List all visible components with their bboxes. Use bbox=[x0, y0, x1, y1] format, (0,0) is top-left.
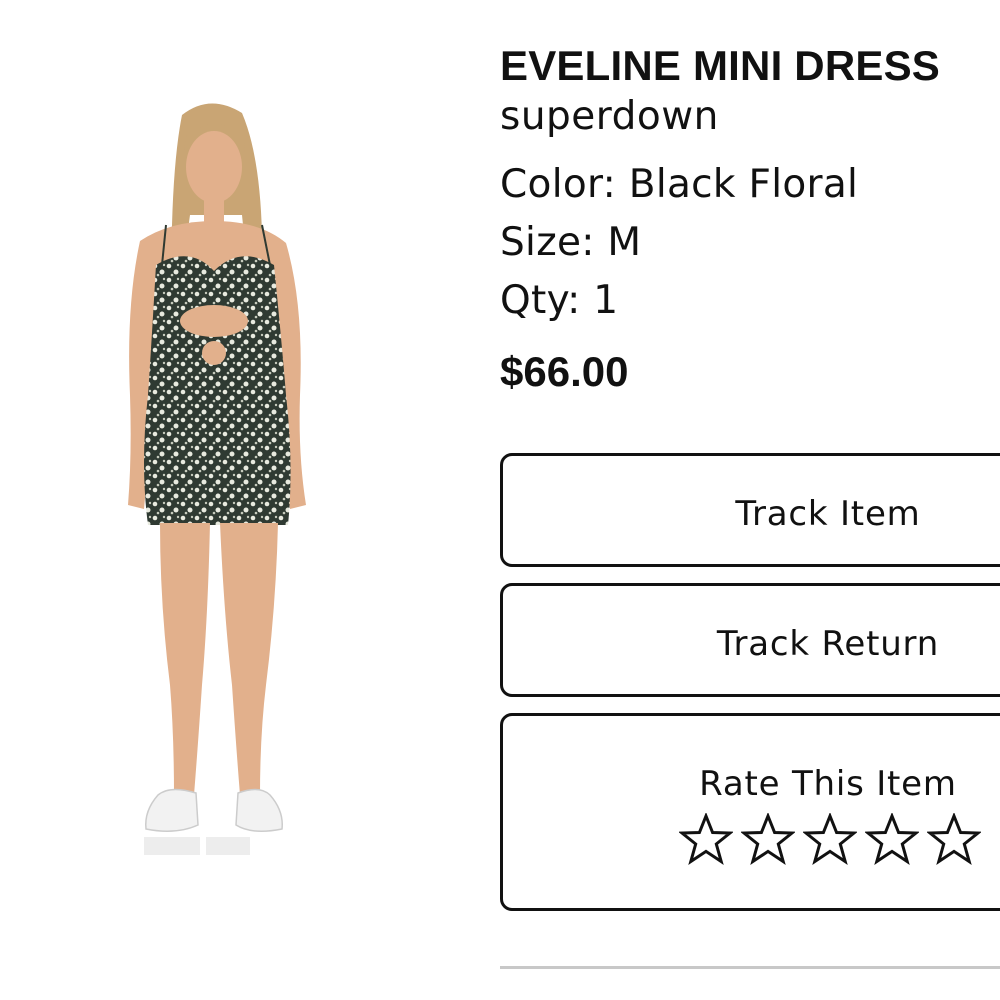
divider bbox=[500, 966, 1000, 969]
star-rating bbox=[679, 813, 981, 867]
track-return-label: Track Return bbox=[716, 624, 940, 664]
rate-item-label: Rate This Item bbox=[699, 764, 957, 804]
product-title: EVELINE MINI DRESS bbox=[500, 42, 941, 89]
product-size: Size: M bbox=[500, 220, 642, 265]
track-return-button[interactable]: Track Return bbox=[500, 583, 1000, 697]
product-color: Color: Black Floral bbox=[500, 162, 859, 207]
product-details: EVELINE MINI DRESS superdown Color: Blac… bbox=[500, 38, 1000, 400]
product-price: $66.00 bbox=[500, 348, 629, 395]
product-brand: superdown bbox=[500, 94, 719, 139]
star-outline-icon[interactable] bbox=[803, 813, 857, 867]
star-outline-icon[interactable] bbox=[741, 813, 795, 867]
product-quantity: Qty: 1 bbox=[500, 278, 619, 323]
track-item-button[interactable]: Track Item bbox=[500, 453, 1000, 567]
track-item-label: Track Item bbox=[735, 494, 921, 534]
product-image bbox=[128, 103, 306, 855]
star-outline-icon[interactable] bbox=[865, 813, 919, 867]
order-item-page: EVELINE MINI DRESS superdown Color: Blac… bbox=[0, 0, 1000, 1000]
star-outline-icon[interactable] bbox=[679, 813, 733, 867]
rate-item-panel: Rate This Item bbox=[500, 713, 1000, 911]
star-outline-icon[interactable] bbox=[927, 813, 981, 867]
